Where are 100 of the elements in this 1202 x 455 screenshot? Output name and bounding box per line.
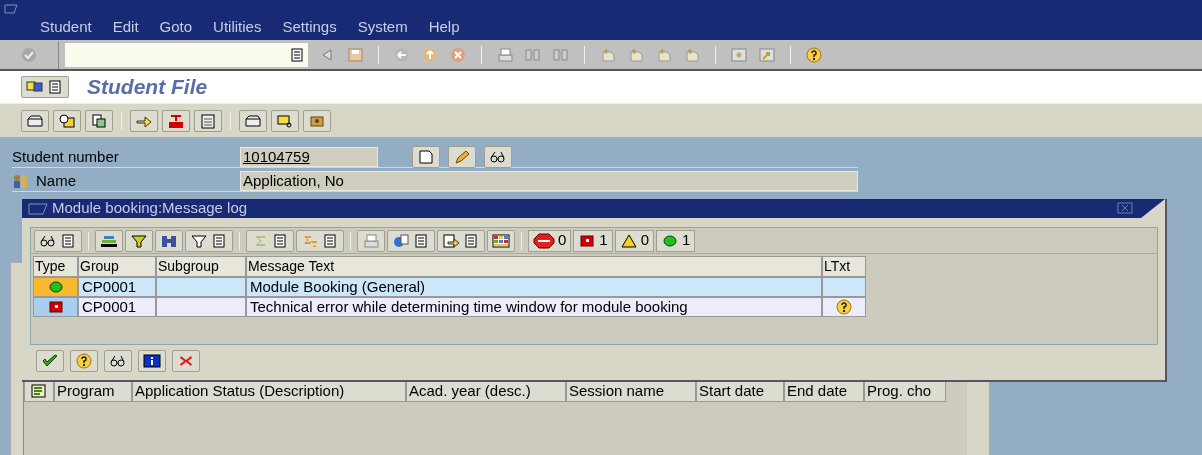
check-button[interactable] [36,350,64,372]
glasses-icon [489,149,507,165]
sum-button[interactable] [246,229,294,252]
help-button[interactable] [70,350,98,372]
globe-icon [392,232,410,249]
column-header[interactable]: LTxt [822,256,866,277]
document-button[interactable] [412,146,440,168]
list-icon [59,232,77,249]
funnel-icon [130,232,148,249]
filter-button[interactable] [185,229,233,252]
success-icon [46,279,65,295]
column-header[interactable]: Program [54,380,132,402]
column-header[interactable]: Type [33,256,78,277]
sort-button[interactable] [95,229,123,252]
list-icon [210,232,228,249]
text-field[interactable]: Application, No [240,171,858,191]
column-header[interactable]: Prog. cho [864,380,946,402]
binoculars-button[interactable] [155,229,183,252]
status-filter-button[interactable]: 1 [656,229,696,252]
print-icon[interactable] [496,46,514,63]
print-button[interactable] [357,229,385,252]
check-icon [41,353,59,369]
globe-button[interactable] [387,229,435,252]
type-cell[interactable] [33,277,78,297]
error-icon [578,232,597,249]
tray-button[interactable] [239,109,267,132]
screen-icon [26,79,44,95]
people-icon [12,173,30,189]
export-button[interactable] [437,229,485,252]
column-header[interactable]: End date [784,380,864,402]
dialog-title: Module booking:Message log [52,198,248,219]
filter-icon [190,232,208,249]
column-header[interactable]: Message Text [246,256,822,277]
stop-icon [533,232,555,249]
funnel-button[interactable] [125,229,153,252]
window-menu-icon[interactable] [4,4,18,14]
table-cell: Module Booking (General) [246,277,822,297]
copy-icon [90,112,108,129]
menu-item[interactable]: Settings [282,15,337,38]
screen-title: Student File [87,74,208,101]
glasses-button[interactable] [104,350,132,372]
menu-item[interactable]: Edit [112,15,139,38]
menu-item[interactable]: Utilities [213,15,262,38]
type-cell[interactable] [33,297,78,317]
list-icon [462,232,480,249]
info-icon [143,353,161,369]
grid-button[interactable] [487,229,515,252]
success-icon [661,232,680,249]
close-icon [177,353,195,369]
list-icon [271,232,289,249]
tray-button[interactable] [21,109,49,132]
command-field[interactable] [65,42,308,67]
field-label: Student number [12,146,119,167]
status-filter-button[interactable]: 0 [528,229,572,252]
grid-icon [492,232,510,249]
column-header[interactable]: Group [78,256,156,277]
text-field[interactable]: 10104759 [240,147,378,167]
info-button[interactable] [138,350,166,372]
glasses-button[interactable] [34,229,82,252]
column-header[interactable]: Session name [566,380,696,402]
list-icon [321,232,339,249]
glasses-icon [109,353,127,369]
field-label: Name [36,170,76,191]
print-icon [362,232,380,249]
glasses-button[interactable] [484,146,512,168]
help-icon [75,353,93,369]
copy-button[interactable] [85,109,113,132]
help-icon[interactable] [835,299,853,315]
check-icon[interactable] [20,46,38,63]
layout-button[interactable] [24,380,54,402]
help-icon[interactable] [805,46,823,63]
column-header[interactable]: Acad. year (desc.) [406,380,566,402]
error-icon [46,299,65,315]
menu-item[interactable]: System [357,15,408,38]
table-cell: CP0001 [78,297,156,317]
list-icon [288,46,306,63]
column-header[interactable]: Application Status (Description) [132,380,406,402]
status-filter-button[interactable]: 1 [573,229,613,252]
warning-icon [619,232,638,249]
arrow-button[interactable] [130,109,158,132]
column-header[interactable]: Subgroup [156,256,246,277]
save-icon[interactable] [346,46,364,63]
pencil-icon [453,149,471,165]
subtotal-button[interactable] [296,229,344,252]
pencil-button[interactable] [448,146,476,168]
screen-button[interactable] [21,76,69,98]
layout-icon [30,383,48,399]
window-menu-icon[interactable] [28,202,48,215]
menu-item[interactable]: Goto [159,15,193,38]
close-button[interactable] [172,350,200,372]
table-cell: Technical error while determining time window for module booking [246,297,822,317]
menu-item[interactable]: Student [40,15,92,38]
column-header[interactable]: Start date [696,380,784,402]
document-icon [417,149,435,165]
menu-item[interactable]: Help [428,15,460,38]
close-icon[interactable] [1117,202,1133,214]
tray-icon [244,112,262,129]
status-filter-button[interactable]: 0 [614,229,655,252]
export-icon [442,232,460,249]
tray-icon [26,112,44,129]
